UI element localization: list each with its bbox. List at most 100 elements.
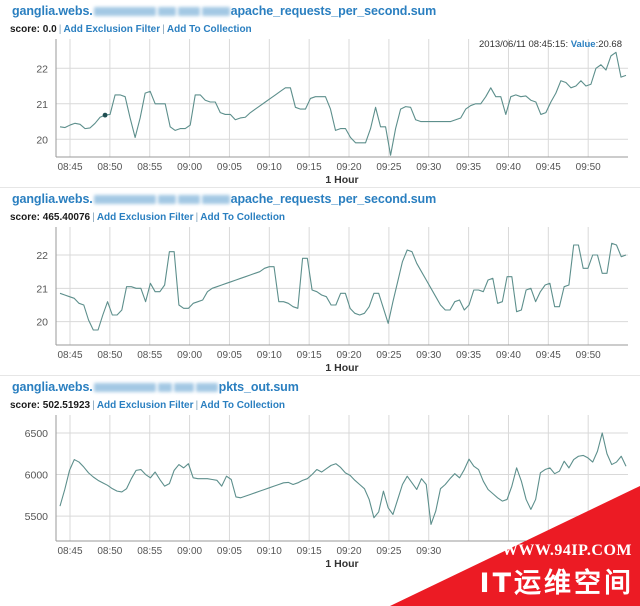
add-to-collection-link[interactable]: Add To Collection [200,400,285,411]
redacted-hostname-segment [195,383,218,393]
redacted-hostname-segment [177,7,200,17]
y-axis-tick-label: 22 [36,250,48,262]
x-axis-tick-label: 09:35 [456,162,481,173]
meta-separator: | [195,211,199,223]
redacted-hostname-segment [201,195,230,205]
chart-container[interactable]: 20 21 22 08:45 08:50 08:55 09:00 09:05 09:10 09:1… [0,37,640,187]
x-axis-tick-label: 08:45 [57,162,82,173]
redacted-hostname-segment [93,383,156,393]
x-axis-tick-label: 08:50 [97,162,122,173]
x-axis-tick-label: 09:20 [337,350,362,361]
x-axis-tick-label: 09:15 [297,546,322,557]
x-axis-tick-label: 08:45 [57,350,82,361]
metric-meta-row: score: 502.51923 | Add Exclusion Filter | Ad… [0,394,640,413]
x-axis-tick-label: 09:05 [217,546,242,557]
metric-title-suffix: apache_requests_per_second.sum [230,4,437,18]
x-axis-label: 1 Hour [325,362,358,374]
score-label: score: 465.40076 [10,212,91,223]
redacted-hostname-segment [201,7,230,17]
y-axis-tick-label: 21 [36,283,48,295]
chart-tooltip: 2013/06/11 08:45:15: Value:20.68 [479,39,622,50]
series-line [59,242,627,331]
x-axis-tick-label: 09:00 [177,546,202,557]
x-axis-tick-label: 09:15 [297,350,322,361]
x-axis-tick-label: 08:50 [97,546,122,557]
y-axis-tick-label: 21 [36,99,48,111]
chart-canvas: 20 21 22 08:45 08:50 08:55 09:00 09:05 09:10 09:1… [36,39,628,186]
metric-meta-row: score: 465.40076 | Add Exclusion Filter | Ad… [0,206,640,225]
redacted-hostname-segment [93,7,156,17]
y-axis-tick-label: 20 [36,317,48,329]
x-axis-tick-label: 09:00 [177,162,202,173]
redacted-hostname-segment [173,383,194,393]
metric-panel: ganglia.webs. pkts_out.sum score: 502.5192… [0,376,640,571]
metric-title[interactable]: ganglia.webs. apache_requests_per_second.… [0,0,640,18]
x-axis-tick-label: 09:50 [576,350,601,361]
x-axis-tick-label: 09:25 [376,350,401,361]
metric-title-suffix: apache_requests_per_second.sum [230,192,437,206]
meta-separator: | [92,211,95,223]
x-axis-tick-label: 09:10 [257,162,282,173]
x-axis-tick-label: 09:30 [416,350,441,361]
x-axis-tick-label: 09:45 [536,162,561,173]
meta-separator: | [162,23,165,35]
x-axis-tick-label: 09:00 [177,350,202,361]
y-axis-tick-label: 6500 [25,428,49,440]
redacted-hostname-segment [93,195,156,205]
x-axis-tick-label: 09:20 [337,162,362,173]
x-axis-label: 1 Hour [325,558,358,570]
x-axis-tick-label: 09:10 [257,350,282,361]
metric-panel: ganglia.webs. apache_requests_per_second.… [0,188,640,376]
x-axis-tick-label: 08:55 [137,546,162,557]
tooltip-value-key: Value [570,39,596,50]
chart-container[interactable]: 20 21 22 08:45 08:50 08:55 09:00 09:05 09:10 09:1… [0,225,640,375]
x-axis-tick-label: 09:25 [376,162,401,173]
x-axis-tick-label: 09:05 [217,350,242,361]
x-axis-tick-label: 09:50 [576,162,601,173]
chart-container[interactable]: 5500 6000 6500 08:45 08:50 08:55 09:00 09:05 09:… [0,413,640,571]
meta-separator: | [92,399,95,411]
add-to-collection-link[interactable]: Add To Collection [200,212,285,223]
series-line [59,432,627,525]
chart-canvas: 5500 6000 6500 08:45 08:50 08:55 09:00 09:05 09:… [25,415,628,570]
redacted-hostname-segment [157,383,172,393]
metric-title[interactable]: ganglia.webs. apache_requests_per_second.… [0,188,640,206]
redacted-hostname-segment [157,7,176,17]
x-axis-tick-label: 08:45 [57,546,82,557]
metric-title-prefix: ganglia.webs. [12,4,93,18]
x-axis-tick-label: 08:50 [97,350,122,361]
x-axis-tick-label: 09:20 [337,546,362,557]
meta-separator: | [58,23,62,35]
add-exclusion-filter-link[interactable]: Add Exclusion Filter [97,400,194,411]
metric-title[interactable]: ganglia.webs. pkts_out.sum [0,376,640,394]
dashboard-root: ganglia.webs. apache_requests_per_second.… [0,0,640,606]
x-axis-tick-label: 09:45 [536,350,561,361]
metric-meta-row: score: 0.0 | Add Exclusion Filter | Add To C… [0,18,640,37]
redacted-hostname-segment [177,195,200,205]
x-axis-tick-label: 09:30 [416,162,441,173]
tooltip-timestamp: 2013/06/11 08:45:15: [479,39,569,50]
highlighted-data-point[interactable] [102,112,108,118]
x-axis-tick-label: 09:15 [297,162,322,173]
meta-separator: | [195,399,199,411]
tooltip-value: 20.68 [598,39,622,50]
add-exclusion-filter-link[interactable]: Add Exclusion Filter [97,212,194,223]
x-axis-tick-label: 09:35 [456,350,481,361]
x-axis-tick-label: 08:55 [137,162,162,173]
y-axis-tick-label: 5500 [25,511,49,523]
score-label: score: 0.0 [10,24,57,35]
chart-canvas: 20 21 22 08:45 08:50 08:55 09:00 09:05 09:10 09:1… [36,227,628,374]
y-axis-tick-label: 22 [36,63,48,75]
x-axis-tick-label: 09:05 [217,162,242,173]
x-axis-tick-label: 09:30 [416,546,441,557]
add-to-collection-link[interactable]: Add To Collection [167,24,252,35]
metric-title-suffix: pkts_out.sum [218,380,299,394]
metric-title-prefix: ganglia.webs. [12,380,93,394]
x-axis-tick-label: 09:40 [496,350,521,361]
add-exclusion-filter-link[interactable]: Add Exclusion Filter [63,24,160,35]
y-axis-tick-label: 6000 [25,470,49,482]
y-axis-tick-label: 20 [36,134,48,146]
x-axis-tick-label: 09:25 [376,546,401,557]
score-label: score: 502.51923 [10,400,91,411]
x-axis-tick-label: 08:55 [137,350,162,361]
